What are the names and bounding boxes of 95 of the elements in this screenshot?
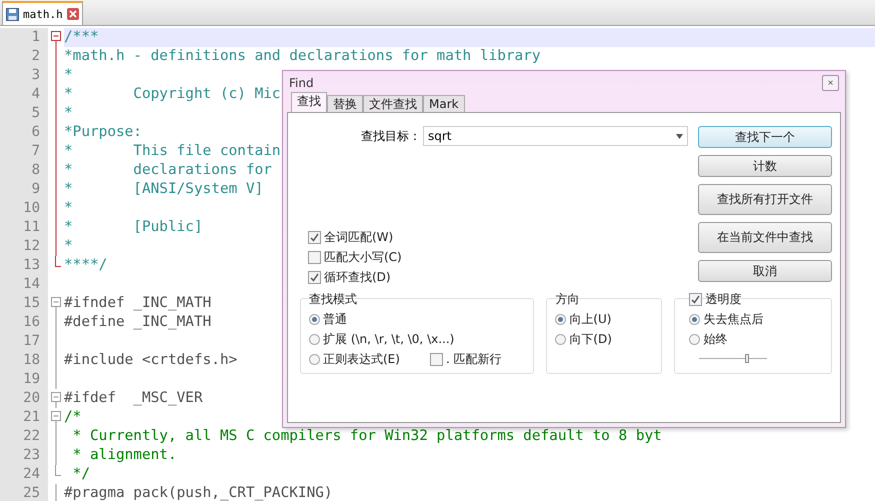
radio-label: 扩展 (\n, \r, \t, \0, \x...) bbox=[323, 331, 454, 348]
checkbox-label: . 匹配新行 bbox=[446, 351, 502, 368]
radio-button[interactable] bbox=[555, 334, 566, 345]
dialog-button[interactable]: 取消 bbox=[698, 260, 832, 282]
group-title: 方向 bbox=[554, 291, 580, 308]
code-line: * bbox=[64, 239, 73, 254]
code-line: * bbox=[64, 201, 73, 216]
line-number: 24 bbox=[0, 465, 48, 484]
line-number: 2 bbox=[0, 47, 48, 66]
close-button[interactable]: × bbox=[822, 75, 839, 91]
code-line: * alignment. bbox=[72, 448, 177, 463]
code-line: /*** bbox=[64, 30, 99, 45]
group-title: 查找模式 bbox=[308, 291, 358, 308]
dialog-tab[interactable]: 替换 bbox=[327, 95, 363, 112]
save-icon bbox=[6, 8, 19, 20]
line-number: 15 bbox=[0, 294, 48, 313]
line-number: 13 bbox=[0, 256, 48, 275]
dialog-button[interactable]: 计数 bbox=[698, 155, 832, 177]
radio-label: 向下(D) bbox=[569, 331, 612, 348]
dialog-button[interactable]: 查找下一个 bbox=[698, 126, 832, 148]
line-number: 17 bbox=[0, 332, 48, 351]
radio-label: 普通 bbox=[323, 311, 347, 328]
line-number: 14 bbox=[0, 275, 48, 294]
line-number: 11 bbox=[0, 218, 48, 237]
line-number: 25 bbox=[0, 484, 48, 501]
line-number: 18 bbox=[0, 351, 48, 370]
radio-button[interactable] bbox=[555, 314, 566, 325]
line-number: 3 bbox=[0, 66, 48, 85]
dialog-tab[interactable]: 查找 bbox=[291, 92, 327, 112]
checkbox[interactable] bbox=[689, 293, 702, 306]
checkbox-label: 全词匹配(W) bbox=[324, 229, 394, 246]
fold-toggle-icon[interactable] bbox=[51, 411, 61, 427]
radio-button[interactable] bbox=[689, 334, 700, 345]
line-number: 1 bbox=[0, 28, 48, 47]
radio-label: 正则表达式(E) bbox=[323, 351, 400, 368]
fold-toggle-icon[interactable] bbox=[51, 31, 61, 47]
checkbox[interactable] bbox=[430, 353, 443, 366]
radio-label: 失去焦点后 bbox=[703, 311, 764, 328]
line-number: 20 bbox=[0, 389, 48, 408]
search-field[interactable]: sqrt bbox=[423, 126, 688, 146]
line-number: 19 bbox=[0, 370, 48, 389]
line-number: 5 bbox=[0, 104, 48, 123]
code-line: * [ANSI/System V] bbox=[64, 182, 264, 197]
search-label: 查找目标： bbox=[361, 128, 421, 144]
checkbox[interactable] bbox=[308, 231, 321, 244]
line-number: 23 bbox=[0, 446, 48, 465]
file-tab[interactable]: math.h bbox=[2, 1, 83, 25]
code-line: *Purpose: bbox=[64, 125, 142, 140]
code-line: * declarations for bbox=[64, 163, 272, 178]
code-line: #ifdef _MSC_VER bbox=[64, 391, 203, 406]
radio-label: 向上(U) bbox=[569, 311, 612, 328]
code-line: */ bbox=[72, 467, 90, 482]
code-line: #ifndef _INC_MATH bbox=[64, 296, 212, 311]
code-line: * [Public] bbox=[64, 220, 203, 235]
code-line: #pragma pack(push,_CRT_PACKING) bbox=[64, 486, 333, 501]
checkbox-label: 透明度 bbox=[705, 291, 742, 308]
dialog-tab[interactable]: 文件查找 bbox=[363, 95, 423, 112]
line-number: 7 bbox=[0, 142, 48, 161]
line-number: 16 bbox=[0, 313, 48, 332]
code-line: * This file contain bbox=[64, 144, 281, 159]
dropdown-icon[interactable] bbox=[676, 134, 683, 138]
line-number: 9 bbox=[0, 180, 48, 199]
dialog-button[interactable]: 在当前文件中查找 bbox=[698, 222, 832, 253]
line-number: 10 bbox=[0, 199, 48, 218]
radio-button[interactable] bbox=[309, 314, 320, 325]
line-number: 12 bbox=[0, 237, 48, 256]
dialog-button[interactable]: 查找所有打开文件 bbox=[698, 184, 832, 215]
line-number: 21 bbox=[0, 408, 48, 427]
fold-toggle-icon[interactable] bbox=[51, 392, 61, 408]
radio-label: 始终 bbox=[703, 331, 728, 348]
line-number: 6 bbox=[0, 123, 48, 142]
transparency-slider[interactable] bbox=[699, 354, 768, 363]
line-number: 8 bbox=[0, 161, 48, 180]
radio-button[interactable] bbox=[309, 334, 320, 345]
radio-button[interactable] bbox=[689, 314, 700, 325]
code-line: #define _INC_MATH bbox=[64, 315, 212, 330]
code-line: *math.h - definitions and declarations for math library bbox=[64, 49, 541, 64]
line-number: 4 bbox=[0, 85, 48, 104]
checkbox-label: 匹配大小写(C) bbox=[324, 249, 402, 266]
code-line: * Copyright (c) Mic bbox=[64, 87, 281, 102]
line-number: 22 bbox=[0, 427, 48, 446]
code-line: * Currently, all MS C compilers for Win32 platforms default to 8 byt bbox=[72, 429, 662, 444]
code-line: /* bbox=[64, 410, 82, 425]
window-title: Find bbox=[289, 76, 314, 90]
code-line: * bbox=[64, 68, 73, 83]
close-icon[interactable] bbox=[66, 8, 79, 20]
fold-toggle-icon[interactable] bbox=[51, 297, 61, 313]
radio-button[interactable] bbox=[309, 354, 320, 365]
checkbox-label: 循环查找(D) bbox=[324, 269, 391, 286]
checkbox[interactable] bbox=[308, 251, 321, 264]
dialog-tab[interactable]: Mark bbox=[423, 95, 465, 112]
code-line: ****/ bbox=[64, 258, 108, 273]
checkbox[interactable] bbox=[308, 271, 321, 284]
code-line: * bbox=[64, 106, 73, 121]
code-line: #include <crtdefs.h> bbox=[64, 353, 238, 368]
